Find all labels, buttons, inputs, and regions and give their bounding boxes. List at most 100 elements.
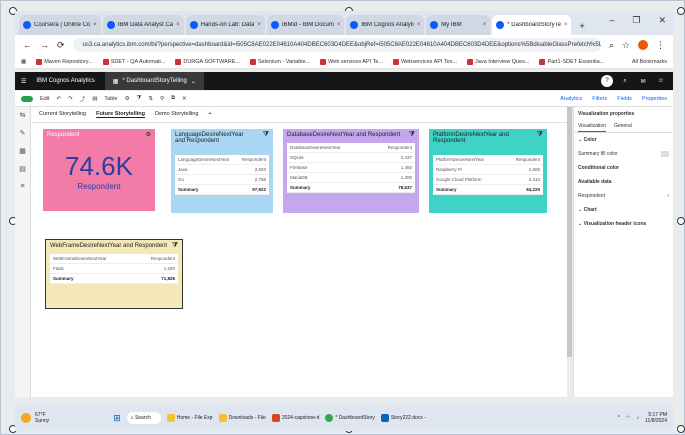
browser-tab[interactable]: IBM Cognos Analyti × <box>346 15 425 35</box>
browser-tab[interactable]: Hands-on Lab: Data × <box>185 15 265 35</box>
delete-icon[interactable]: ✕ <box>182 96 187 102</box>
undo-icon[interactable]: ↶ <box>56 96 61 102</box>
bookmark-item[interactable]: Maven Repository... <box>36 58 93 65</box>
taskbar-app-active[interactable]: * DashboardStory <box>325 414 375 422</box>
data-icon[interactable]: ▤ <box>19 165 26 173</box>
weather-widget[interactable]: 67°F Sunny <box>35 412 49 424</box>
properties-button[interactable]: Properties <box>642 96 667 102</box>
all-bookmarks-link[interactable]: All Bookmarks <box>632 59 667 65</box>
bookmark-item[interactable]: SDET - QA Automati... <box>102 58 165 65</box>
widget-database[interactable]: DatabaseDesireNextYear and Respondent ⧩ … <box>283 129 419 213</box>
url-input[interactable]: us3.ca.analytics.ibm.com/bi/?perspective… <box>72 38 601 52</box>
new-tab-button[interactable]: + <box>573 21 590 35</box>
notification-icon[interactable]: ✉ <box>637 75 649 87</box>
close-icon[interactable]: × <box>564 22 568 28</box>
browser-tab[interactable]: Coursera | Online Co × <box>19 15 101 35</box>
summary-color-row[interactable]: Summary fill color <box>574 147 673 161</box>
browser-tab[interactable]: IBMid - IBM Docum × <box>266 15 345 35</box>
taskbar-app[interactable]: Downloads - File <box>218 414 266 422</box>
kpi-tile[interactable]: Respondent ⚙ 74.6K Respondent <box>43 129 155 211</box>
back-icon[interactable]: ← <box>23 40 32 50</box>
filter-icon[interactable]: ⧩ <box>137 95 142 102</box>
resize-handle[interactable] <box>677 7 685 15</box>
tab-current-storytelling[interactable]: Current Storytelling <box>39 111 86 118</box>
bookmark-item[interactable]: Java Interview Ques... <box>467 58 529 65</box>
close-icon[interactable]: × <box>337 22 341 28</box>
clock[interactable]: 5:17 PM 11/8/2024 <box>645 412 667 424</box>
tab-demo-storytelling[interactable]: Demo Storytelling <box>155 111 198 118</box>
profile-icon[interactable] <box>638 40 648 50</box>
header-icons-section[interactable]: ⌄ Visualization header icons <box>574 217 673 231</box>
chevron-up-icon[interactable]: ^ <box>618 415 620 421</box>
widgets-icon[interactable]: ▦ <box>19 147 26 155</box>
color-swatch[interactable] <box>661 151 669 157</box>
menu-icon[interactable]: ⋮ <box>656 40 665 51</box>
filter-icon[interactable]: ⧩ <box>263 131 269 139</box>
copy-icon[interactable]: ⧉ <box>171 95 175 102</box>
layers-icon[interactable]: ≡ <box>20 183 24 190</box>
table-row[interactable]: Flask 1,280 <box>50 264 178 274</box>
taskbar-app[interactable]: 2024-capstone-d <box>271 414 319 422</box>
dashboard-tab[interactable]: ▦ * DashboardStoryTelling ⌄ <box>104 72 204 90</box>
redo-icon[interactable]: ↷ <box>68 96 73 102</box>
wifi-icon[interactable]: ◠ <box>626 415 630 421</box>
start-icon[interactable]: ⊞ <box>113 413 121 424</box>
table-label[interactable]: Table <box>104 96 117 102</box>
hamburger-icon[interactable]: ☰ <box>15 78 26 85</box>
star-icon[interactable]: ☆ <box>622 40 630 51</box>
browser-tab-active[interactable]: * DashboardStoryTe × <box>492 15 572 35</box>
table-row[interactable]: Go 2,768 <box>175 175 269 185</box>
sort-icon[interactable]: ⇅ <box>148 96 153 102</box>
close-icon[interactable]: × <box>483 22 487 28</box>
tab-future-storytelling[interactable]: Future Storytelling <box>96 111 145 118</box>
pin-icon[interactable]: ⚲ <box>160 96 164 102</box>
taskbar-app[interactable]: Home - File Exp <box>166 414 213 422</box>
forward-icon[interactable]: → <box>40 40 49 50</box>
taskbar-search[interactable]: ⌕ Search <box>126 412 161 424</box>
respondent-row[interactable]: Respondent › <box>574 189 673 203</box>
tab-general[interactable]: General <box>614 121 632 132</box>
zoom-icon[interactable]: ⌕ <box>609 40 614 51</box>
bookmark-item[interactable]: DURGA SOFTWARE... <box>175 58 240 65</box>
bookmark-item[interactable]: Part1-SDET Essentia... <box>539 58 604 65</box>
table-row[interactable]: Raspberry Pi 2,605 <box>433 165 543 175</box>
chevron-down-icon[interactable]: ⌄ <box>191 78 196 85</box>
add-tab-button[interactable]: + <box>208 111 211 118</box>
filters-button[interactable]: Filters <box>592 96 607 102</box>
table-row[interactable]: SQLite 2,437 <box>287 153 415 163</box>
close-icon[interactable]: × <box>93 22 97 28</box>
bookmark-item[interactable]: Web services API Te... <box>320 58 383 65</box>
browser-tab[interactable]: My IBM × <box>426 15 491 35</box>
close-window-icon[interactable]: ✕ <box>658 15 666 26</box>
close-icon[interactable]: × <box>176 22 180 28</box>
weather-icon[interactable] <box>21 413 31 423</box>
filter-icon[interactable]: ⧩ <box>409 131 415 139</box>
resize-handle[interactable] <box>677 425 685 433</box>
resize-handle[interactable] <box>677 217 685 225</box>
tab-visualization[interactable]: Visualization <box>578 121 606 132</box>
pen-icon[interactable]: ✎ <box>20 129 26 137</box>
filter-icon[interactable]: ⧩ <box>537 131 543 139</box>
user-icon[interactable]: ☺ <box>655 75 667 87</box>
volume-icon[interactable]: ♪ <box>637 415 640 421</box>
widget-platform[interactable]: PlatformDesireNextYear and Respondent ⧩ … <box>429 129 547 213</box>
gear-icon[interactable]: ⚙ <box>146 131 151 138</box>
edit-toggle[interactable] <box>21 95 33 102</box>
maximize-icon[interactable]: ❐ <box>632 15 640 26</box>
close-icon[interactable]: × <box>257 22 261 28</box>
filter-icon[interactable]: ⧩ <box>172 242 178 250</box>
table-row[interactable]: Google Cloud Platform 2,410 <box>433 175 543 185</box>
table-row[interactable]: MariaDB 1,300 <box>287 173 415 183</box>
search-icon[interactable]: ⌕ <box>619 75 631 87</box>
bookmark-item[interactable]: Selenium - Variable... <box>249 58 310 65</box>
chart-section[interactable]: ⌄ Chart <box>574 203 673 217</box>
gear-icon[interactable]: ⚙ <box>125 96 130 102</box>
close-icon[interactable]: × <box>417 22 421 28</box>
apps-grid-icon[interactable]: ▦ <box>21 59 26 65</box>
navigate-icon[interactable]: ⇆ <box>20 111 26 119</box>
widget-language[interactable]: LanguageDesireNextYear and Respondent ⧩ … <box>171 129 273 213</box>
fields-button[interactable]: Fields <box>617 96 632 102</box>
bookmark-item[interactable]: Webservices API Tes... <box>393 58 457 65</box>
analytics-button[interactable]: Analytics <box>560 96 582 102</box>
browser-tab[interactable]: IBM Data Analyst Ca × <box>102 15 184 35</box>
